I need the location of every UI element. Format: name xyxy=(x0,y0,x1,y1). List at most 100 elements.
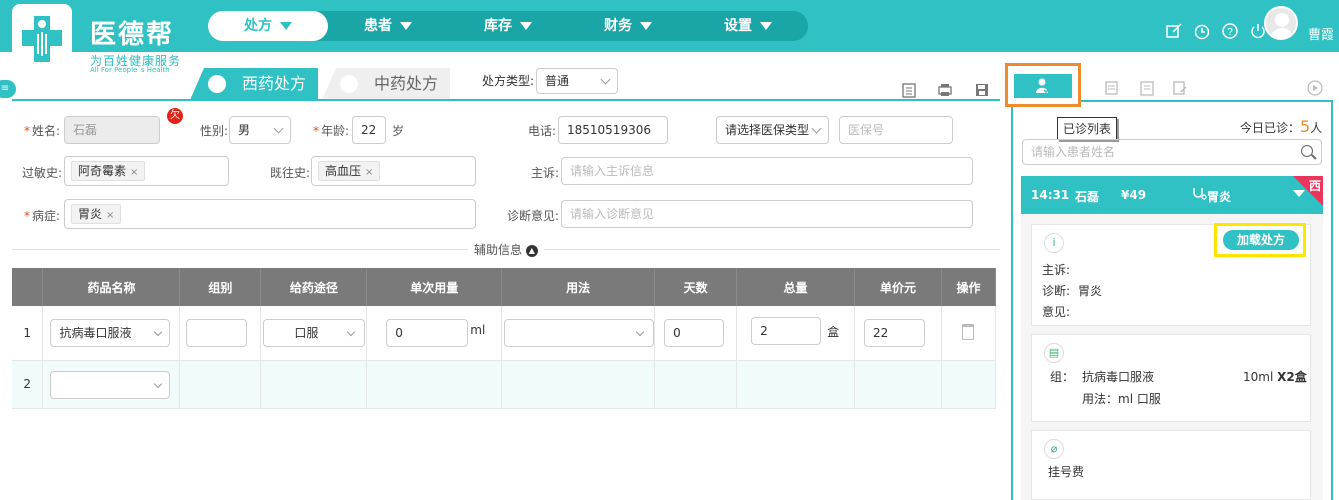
rx-type-select[interactable]: 普通 xyxy=(536,68,618,94)
tab-underline xyxy=(12,99,1000,101)
record-icon[interactable] xyxy=(1104,80,1120,96)
search-icon[interactable] xyxy=(1301,145,1313,157)
user-check-icon xyxy=(1036,78,1050,94)
nav-inventory[interactable]: 库存 xyxy=(448,11,568,41)
col-header: 操作 xyxy=(941,268,997,306)
rx-type-label: 处方类型: xyxy=(482,74,535,88)
insurance-no-placeholder: 医保号 xyxy=(848,123,885,137)
history-tag[interactable]: 高血压 × xyxy=(318,161,381,181)
menu-toggle-icon[interactable]: ≡ xyxy=(0,80,16,98)
radio-icon xyxy=(208,75,226,93)
nav-settings[interactable]: 设置 xyxy=(688,11,808,41)
close-icon: × xyxy=(106,210,115,221)
insurance-type-value: 请选择医保类型 xyxy=(725,123,810,137)
diagnosis-label: 诊断: xyxy=(1042,284,1071,298)
chevron-down-icon xyxy=(600,74,611,85)
col-header: 单价元 xyxy=(854,268,942,306)
print-icon[interactable] xyxy=(937,82,953,98)
history-label: 既往史: xyxy=(270,166,311,180)
nav-label: 库存 xyxy=(484,18,512,34)
usage-text: 用法：ml 口服 xyxy=(1082,392,1161,406)
aux-info-toggle[interactable]: 辅助信息 ▲ xyxy=(468,241,544,258)
name-field[interactable]: 石磊 xyxy=(64,116,160,144)
record-diagnosis: 胃炎 xyxy=(1207,190,1232,204)
tab-label: 西药处方 xyxy=(242,74,307,93)
edit-list-icon[interactable] xyxy=(1172,80,1188,96)
diagnosis-field[interactable]: 请输入诊断意见 xyxy=(561,200,973,228)
main-nav: 处方 患者 库存 财务 设置 xyxy=(208,11,808,41)
group-field[interactable] xyxy=(186,319,248,347)
nav-label: 处方 xyxy=(244,18,272,34)
allergy-label: 过敏史: xyxy=(22,166,63,180)
clipboard-icon[interactable] xyxy=(901,82,917,98)
col-header: 用法 xyxy=(501,268,656,306)
age-field[interactable]: 22 xyxy=(352,116,386,144)
complaint-placeholder: 请输入主诉信息 xyxy=(570,164,655,178)
tab-label: 中药处方 xyxy=(374,74,439,93)
disease-tag[interactable]: 胃炎 × xyxy=(71,204,122,224)
nav-finance[interactable]: 财务 xyxy=(568,11,688,41)
disease-field[interactable]: 胃炎 × xyxy=(64,199,476,229)
nav-label: 设置 xyxy=(724,18,752,34)
help-icon[interactable]: ? xyxy=(1221,22,1239,40)
nav-prescription[interactable]: 处方 xyxy=(208,11,328,41)
chevron-down-icon xyxy=(347,327,356,337)
visited-list-tab[interactable] xyxy=(1005,63,1081,107)
edit-icon[interactable] xyxy=(1165,22,1183,40)
clipboard-icon[interactable] xyxy=(1139,80,1155,96)
patient-record-header[interactable]: 14:31 石磊 ¥49 胃炎 西 xyxy=(1021,176,1323,214)
gender-select[interactable]: 男 xyxy=(229,116,291,144)
insurance-no-field[interactable]: 医保号 xyxy=(839,116,953,144)
rx-type-value: 普通 xyxy=(545,74,570,88)
load-prescription-button[interactable]: 加载处方 xyxy=(1223,230,1299,250)
tab-western[interactable]: 西药处方 xyxy=(190,68,318,100)
chevron-down-icon xyxy=(520,22,532,30)
nav-patients[interactable]: 患者 xyxy=(328,11,448,41)
nav-label: 财务 xyxy=(604,18,632,34)
route-select[interactable]: 口服 xyxy=(263,319,366,347)
aux-info-label: 辅助信息 xyxy=(474,243,523,257)
today-count: 今日已诊：5人 xyxy=(1240,117,1323,136)
col-header: 天数 xyxy=(654,268,738,306)
clock-icon[interactable] xyxy=(1193,22,1211,40)
trash-icon[interactable] xyxy=(961,324,974,340)
patient-search-input[interactable]: 请输入患者姓名 xyxy=(1022,139,1322,165)
search-placeholder: 请输入患者姓名 xyxy=(1031,145,1116,159)
allergy-field[interactable]: 阿奇霉素 × xyxy=(64,156,229,186)
days-field[interactable]: 0 xyxy=(664,319,725,347)
complaint-field[interactable]: 请输入主诉信息 xyxy=(561,157,973,185)
usage-select[interactable] xyxy=(504,319,655,347)
stethoscope-icon xyxy=(1193,188,1207,200)
play-icon[interactable] xyxy=(1307,80,1323,96)
close-icon: × xyxy=(365,167,374,178)
avatar[interactable] xyxy=(1264,6,1298,40)
col-header: 药品名称 xyxy=(42,268,181,306)
total-field[interactable]: 2 xyxy=(751,317,822,345)
owe-badge: 欠 xyxy=(167,108,183,124)
diagnosis-placeholder: 请输入诊断意见 xyxy=(570,207,655,221)
chevron-down-icon xyxy=(273,123,284,134)
table-row: 1 抗病毒口服液 口服 0 ml 0 2盒 22 xyxy=(12,306,997,361)
price-field[interactable]: 22 xyxy=(864,319,926,347)
row-number: 2 xyxy=(12,360,44,409)
chevron-down-icon xyxy=(400,22,412,30)
chevron-down-icon xyxy=(811,123,822,134)
table-row: 2 xyxy=(12,360,997,409)
drug-select[interactable]: 抗病毒口服液 xyxy=(50,319,171,347)
username[interactable]: 曹霞 xyxy=(1308,24,1334,43)
allergy-tag[interactable]: 阿奇霉素 × xyxy=(71,161,146,181)
phone-label: 电话: xyxy=(528,124,557,138)
radio-icon xyxy=(340,75,358,93)
drug-table: 药品名称 组别 给药途径 单次用量 用法 天数 总量 单价元 操作 1 抗病毒口… xyxy=(12,268,997,409)
drug-select[interactable] xyxy=(50,370,171,399)
save-icon[interactable] xyxy=(974,82,990,98)
insurance-type-select[interactable]: 请选择医保类型 xyxy=(716,116,829,144)
phone-field[interactable]: 18510519306 xyxy=(558,116,668,144)
svg-text:?: ? xyxy=(1227,27,1233,38)
paperclip-icon: ⌀ xyxy=(1044,439,1064,459)
tab-chinese[interactable]: 中药处方 xyxy=(322,68,450,100)
gender-value: 男 xyxy=(238,123,251,137)
history-field[interactable]: 高血压 × xyxy=(311,156,476,186)
dose-field[interactable]: 0 xyxy=(386,319,469,347)
record-fee: ¥49 xyxy=(1121,188,1147,202)
